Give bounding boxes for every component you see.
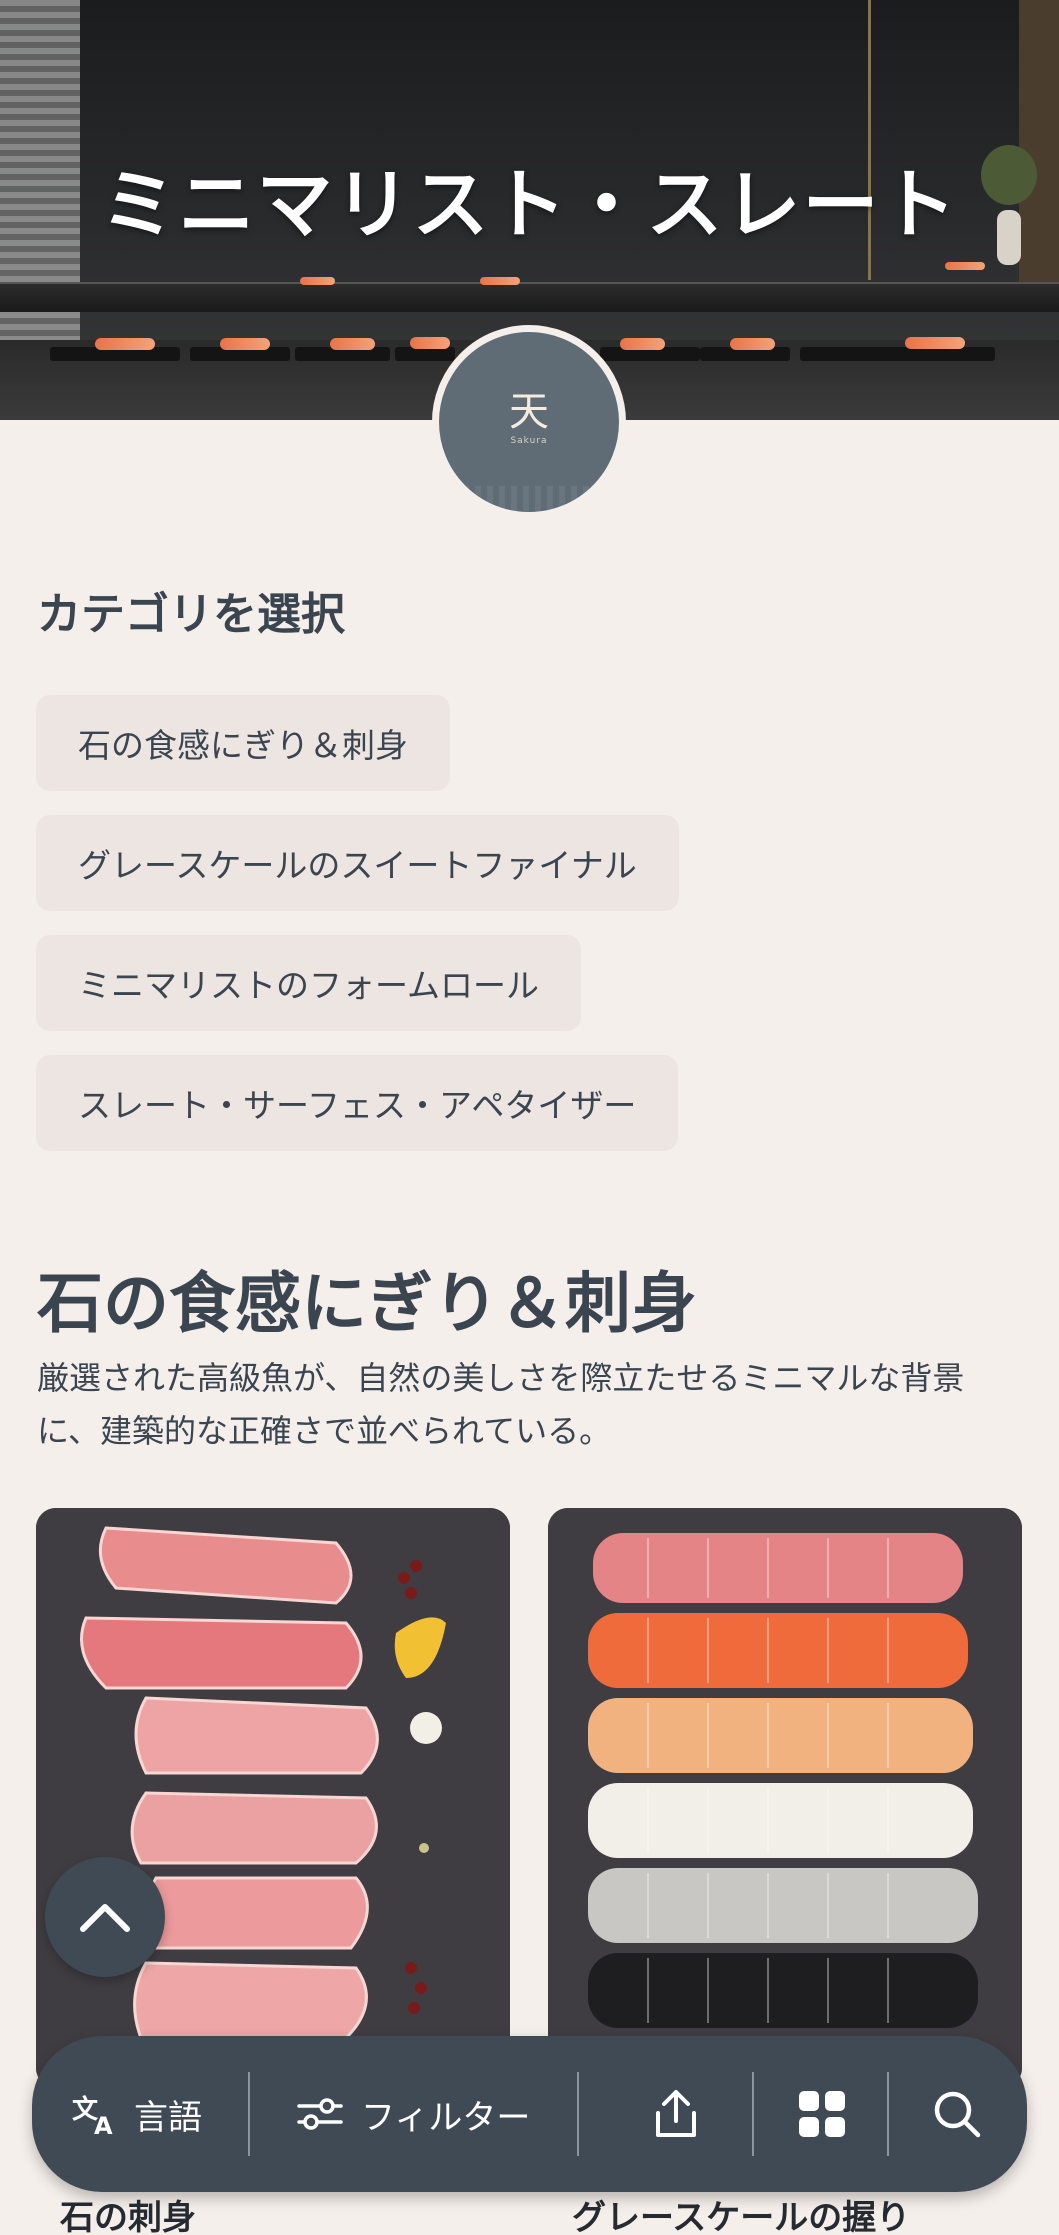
- page-title: ミニマリスト・スレート: [100, 160, 959, 249]
- sushi-piece: [220, 338, 270, 350]
- sashimi-image: [36, 1508, 510, 2088]
- sushi-piece: [410, 337, 450, 349]
- hero-counter-back: [0, 282, 1059, 312]
- category-chip-slate-appetizers[interactable]: スレート・サーフェス・アペタイザー: [36, 1055, 679, 1151]
- sushi-piece: [730, 338, 775, 350]
- sushi-piece: [620, 338, 665, 350]
- category-chip-minimalist-rolls[interactable]: ミニマリストのフォームロール: [36, 935, 582, 1031]
- svg-text:A: A: [94, 2112, 113, 2136]
- menu-card-stone-sashimi[interactable]: [36, 1508, 510, 2088]
- grid-view-button[interactable]: [797, 2036, 847, 2192]
- scroll-to-top-button[interactable]: [45, 1857, 165, 1977]
- sushi-tray: [885, 347, 995, 361]
- search-button[interactable]: [932, 2036, 982, 2192]
- search-icon: [934, 2091, 981, 2138]
- chevron-up-icon: [80, 1904, 130, 1932]
- share-icon: [656, 2090, 696, 2137]
- sushi-piece: [300, 277, 335, 285]
- logo-subtext: Sakura: [510, 436, 548, 446]
- restaurant-logo: 天 Sakura: [432, 325, 626, 519]
- category-chip-grayscale-sweets[interactable]: グレースケールのスイートファイナル: [36, 815, 679, 911]
- category-chip-stone-nigiri[interactable]: 石の食感にぎり＆刺身: [36, 695, 450, 791]
- language-label: 言語: [134, 2097, 202, 2138]
- language-button[interactable]: 文 A 言語: [72, 2036, 202, 2192]
- filter-icon: [297, 2098, 343, 2130]
- bar-divider: [577, 2072, 579, 2156]
- menu-card-name: 石の刺身: [60, 2198, 196, 2235]
- menu-card-name: グレースケールの握り: [572, 2198, 911, 2235]
- share-button[interactable]: [652, 2036, 700, 2192]
- bottom-action-bar: 文 A 言語 フィルター: [32, 2036, 1027, 2192]
- sushi-piece: [330, 338, 375, 350]
- grid-icon: [799, 2091, 845, 2137]
- bar-divider: [752, 2072, 754, 2156]
- menu-section-description: 厳選された高級魚が、自然の美しさを際立たせるミニマルな背景に、建築的な正確さで並…: [37, 1359, 965, 1450]
- menu-section-title: 石の食感にぎり＆刺身: [37, 1265, 697, 1342]
- bar-divider: [248, 2072, 250, 2156]
- category-heading: カテゴリを選択: [37, 589, 345, 640]
- bar-divider: [887, 2072, 889, 2156]
- translate-icon: 文 A: [72, 2094, 113, 2136]
- logo-mark: 天: [509, 389, 549, 435]
- sushi-piece: [480, 277, 520, 285]
- logo-wave-pattern: [439, 486, 619, 512]
- page: ミニマリスト・スレート 天 Sakura カテゴリを選択 石の食感にぎり＆刺身 …: [0, 0, 1059, 2235]
- filter-button[interactable]: フィルター: [297, 2036, 530, 2192]
- sushi-piece: [905, 337, 965, 349]
- nigiri-image: [548, 1508, 1022, 2088]
- sushi-piece: [95, 338, 155, 350]
- sushi-tray: [395, 347, 455, 361]
- menu-card-grayscale-nigiri[interactable]: [548, 1508, 1022, 2088]
- filter-label: フィルター: [361, 2097, 531, 2138]
- sushi-tray: [800, 347, 895, 361]
